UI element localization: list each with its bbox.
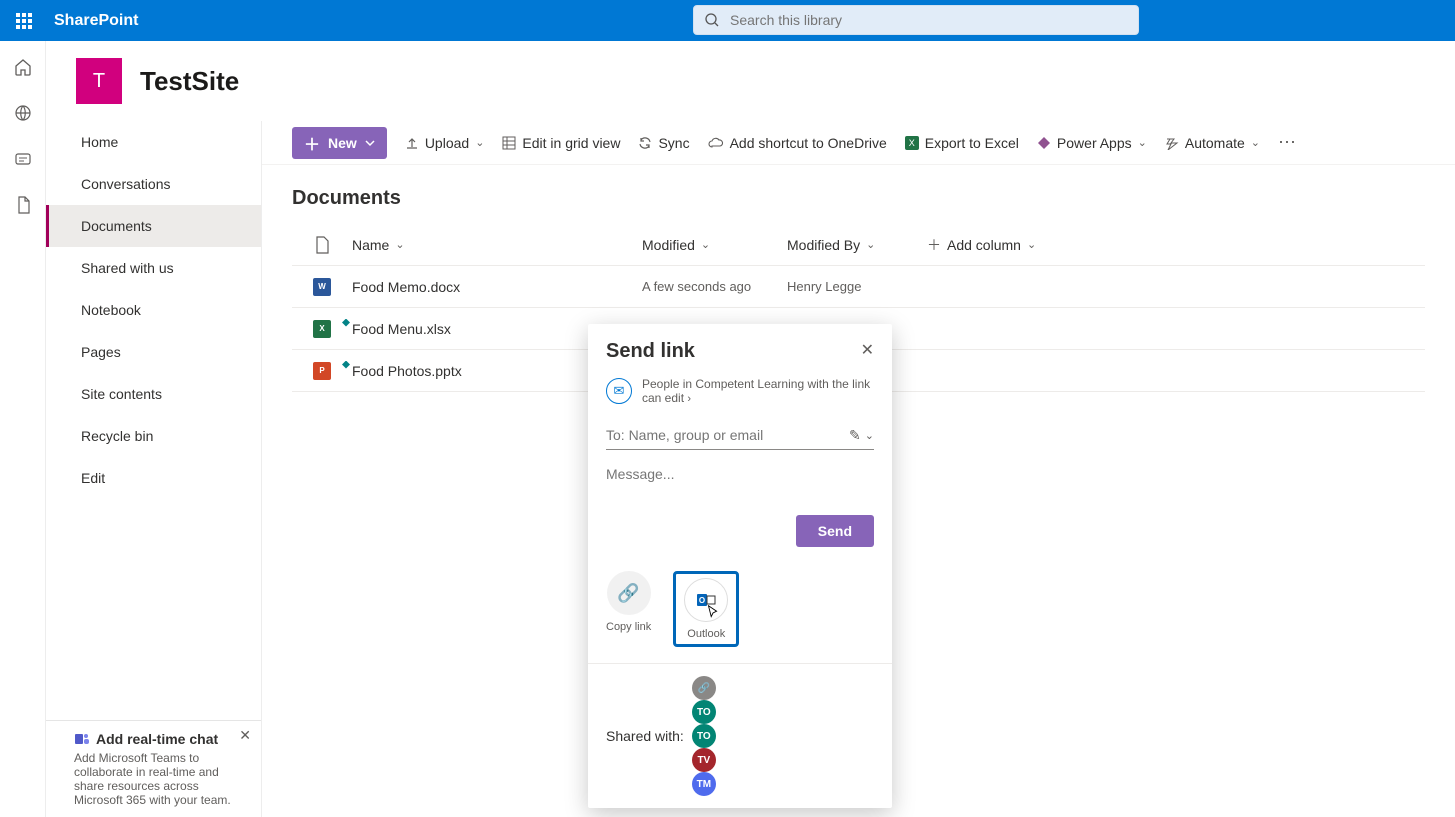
- edit-grid-button[interactable]: Edit in grid view: [502, 135, 620, 151]
- nav-item-conversations[interactable]: Conversations: [46, 163, 261, 205]
- modifiedby-cell: Henry Legge: [787, 279, 927, 294]
- ppt-file-icon: P: [313, 362, 331, 380]
- send-link-dialog: Send link ✕ ✉ People in Competent Learni…: [588, 324, 892, 808]
- chevron-down-icon: [365, 138, 375, 148]
- nav-item-documents[interactable]: Documents: [46, 205, 261, 247]
- top-bar: SharePoint: [0, 0, 1455, 41]
- outlook-icon: O: [684, 578, 728, 622]
- onedrive-icon: [708, 137, 724, 149]
- col-modified-header[interactable]: Modified⌄: [642, 237, 787, 253]
- scope-icon: ✉: [606, 378, 632, 404]
- shared-with-row: Shared with: 🔗TOTOTVTM: [588, 663, 892, 808]
- powerapps-icon: [1037, 136, 1051, 150]
- app-launcher-icon[interactable]: [0, 0, 48, 41]
- icon-rail: [0, 41, 46, 817]
- left-nav: HomeConversationsDocumentsShared with us…: [46, 121, 262, 817]
- promo-panel: ✕ Add real-time chat Add Microsoft Teams…: [46, 720, 261, 817]
- word-file-icon: W: [313, 278, 331, 296]
- recipient-input[interactable]: [606, 421, 849, 449]
- close-icon[interactable]: ✕: [239, 727, 251, 744]
- file-name[interactable]: Food Memo.docx: [352, 279, 460, 295]
- copy-link-button[interactable]: 🔗 Copy link: [606, 571, 651, 647]
- nav-item-site-contents[interactable]: Site contents: [46, 373, 261, 415]
- send-button[interactable]: Send: [796, 515, 874, 547]
- search-icon: [704, 12, 720, 28]
- nav-item-shared-with-us[interactable]: Shared with us: [46, 247, 261, 289]
- nav-item-pages[interactable]: Pages: [46, 331, 261, 373]
- link-icon: 🔗: [607, 571, 651, 615]
- library-title: Documents: [262, 165, 1455, 224]
- doc-icon: [314, 236, 330, 254]
- col-modifiedby-header[interactable]: Modified By⌄: [787, 237, 927, 253]
- upload-button[interactable]: Upload ⌄: [405, 135, 485, 151]
- automate-button[interactable]: Automate ⌄: [1165, 135, 1260, 151]
- automate-icon: [1165, 136, 1179, 150]
- shared-chip[interactable]: 🔗: [692, 676, 716, 700]
- upload-icon: [405, 136, 419, 150]
- nav-item-recycle-bin[interactable]: Recycle bin: [46, 415, 261, 457]
- nav-item-edit[interactable]: Edit: [46, 457, 261, 499]
- more-button[interactable]: ⋯: [1278, 132, 1298, 153]
- nav-item-notebook[interactable]: Notebook: [46, 289, 261, 331]
- pencil-icon[interactable]: ✎: [849, 427, 861, 444]
- globe-icon[interactable]: [13, 103, 33, 123]
- table-row[interactable]: W Food Memo.docx A few seconds agoHenry Le…: [292, 266, 1425, 308]
- shared-chip[interactable]: TM: [692, 772, 716, 796]
- file-name[interactable]: Food Menu.xlsx: [352, 321, 451, 337]
- dialog-title: Send link: [606, 340, 695, 363]
- export-excel-button[interactable]: X Export to Excel: [905, 135, 1019, 151]
- file-name[interactable]: Food Photos.pptx: [352, 363, 462, 379]
- excel-icon: X: [905, 136, 919, 150]
- modified-cell: A few seconds ago: [642, 279, 787, 294]
- home-icon[interactable]: [13, 57, 33, 77]
- promo-body: Add Microsoft Teams to collaborate in re…: [74, 751, 249, 807]
- chevron-down-icon[interactable]: ⌄: [865, 429, 874, 442]
- promo-title[interactable]: Add real-time chat: [96, 731, 218, 747]
- nav-item-home[interactable]: Home: [46, 121, 261, 163]
- command-bar: ＋ New Upload ⌄ Edit in grid view: [262, 121, 1455, 165]
- grid-icon: [502, 136, 516, 150]
- close-icon[interactable]: ✕: [861, 340, 874, 360]
- file-icon[interactable]: [13, 195, 33, 215]
- svg-text:O: O: [699, 596, 705, 605]
- shared-chip[interactable]: TO: [692, 700, 716, 724]
- shared-chip[interactable]: TO: [692, 724, 716, 748]
- outlook-button[interactable]: O Outlook: [673, 571, 739, 647]
- excel-file-icon: X: [313, 320, 331, 338]
- search-input[interactable]: [730, 12, 1128, 28]
- link-scope-selector[interactable]: ✉ People in Competent Learning with the …: [588, 371, 892, 415]
- shared-with-label: Shared with:: [606, 728, 684, 744]
- new-button[interactable]: ＋ New: [292, 127, 387, 159]
- search-box[interactable]: [693, 5, 1139, 35]
- sync-icon: [638, 136, 652, 150]
- teams-icon: [74, 731, 90, 747]
- sync-button[interactable]: Sync: [638, 135, 689, 151]
- site-header: T TestSite: [46, 41, 1455, 121]
- message-input[interactable]: [606, 466, 874, 498]
- site-title: TestSite: [140, 66, 239, 97]
- site-logo: T: [76, 58, 122, 104]
- shortcut-button[interactable]: Add shortcut to OneDrive: [708, 135, 887, 151]
- add-column-button[interactable]: ＋Add column⌄: [927, 235, 1425, 255]
- shared-chip[interactable]: TV: [692, 748, 716, 772]
- table-header: Name⌄ Modified⌄ Modified By⌄ ＋Add column…: [292, 224, 1425, 266]
- news-icon[interactable]: [13, 149, 33, 169]
- col-name-header[interactable]: Name⌄: [352, 237, 642, 253]
- power-apps-button[interactable]: Power Apps ⌄: [1037, 135, 1147, 151]
- brand-label: SharePoint: [54, 12, 138, 30]
